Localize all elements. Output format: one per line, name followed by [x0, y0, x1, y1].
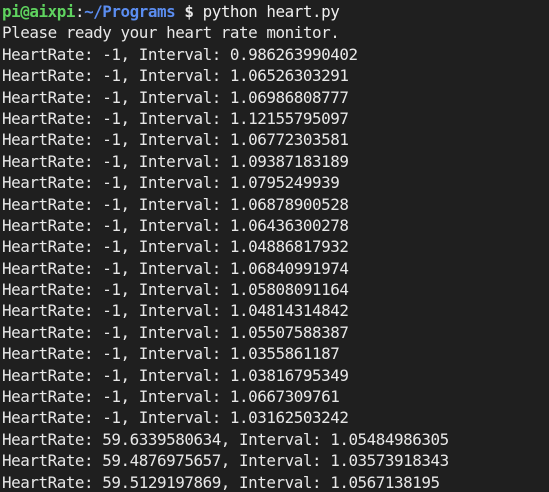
output-line: HeartRate: -1, Interval: 1.06986808777 — [2, 87, 349, 107]
output-line: HeartRate: 59.6339580634, Interval: 1.05… — [2, 429, 449, 449]
output-line: HeartRate: -1, Interval: 1.03816795349 — [2, 365, 349, 385]
output-line: HeartRate: -1, Interval: 1.0355861187 — [2, 344, 340, 364]
output-line: HeartRate: -1, Interval: 1.06526303291 — [2, 66, 349, 86]
terminal-output: pi@aixpi:~/Programs $ python heart.py Pl… — [2, 1, 449, 492]
output-lines: Please ready your heart rate monitor. Hea… — [2, 22, 449, 492]
output-line: HeartRate: -1, Interval: 1.03162503242 — [2, 408, 349, 428]
output-line: HeartRate: -1, Interval: 1.0667309761 — [2, 387, 340, 407]
output-line: HeartRate: -1, Interval: 1.06436300278 — [2, 215, 349, 235]
output-line: HeartRate: -1, Interval: 1.04886817932 — [2, 237, 349, 257]
output-line: HeartRate: -1, Interval: 0.986263990402 — [2, 44, 358, 64]
prompt-symbol: $ — [175, 2, 194, 21]
output-line: HeartRate: -1, Interval: 1.12155795097 — [2, 108, 349, 128]
prompt-line: pi@aixpi:~/Programs $ python heart.py — [2, 1, 449, 22]
output-line: HeartRate: -1, Interval: 1.05507588387 — [2, 322, 349, 342]
prompt-user-host: pi@aixpi — [2, 2, 75, 21]
output-line: HeartRate: -1, Interval: 1.04814314842 — [2, 301, 349, 321]
output-line: HeartRate: -1, Interval: 1.06840991974 — [2, 258, 349, 278]
prompt-path: ~/Programs — [84, 2, 176, 21]
output-line: HeartRate: 59.5129197869, Interval: 1.05… — [2, 472, 440, 492]
output-line: Please ready your heart rate monitor. — [2, 23, 340, 43]
command-text: python heart.py — [193, 2, 340, 21]
output-line: HeartRate: -1, Interval: 1.0795249939 — [2, 173, 340, 193]
terminal-window[interactable]: pi@aixpi:~/Programs $ python heart.py Pl… — [0, 0, 549, 492]
output-line: HeartRate: -1, Interval: 1.06878900528 — [2, 194, 349, 214]
prompt-separator: : — [74, 2, 85, 21]
output-line: HeartRate: -1, Interval: 1.06772303581 — [2, 130, 349, 150]
output-line: HeartRate: -1, Interval: 1.05808091164 — [2, 280, 349, 300]
output-line: HeartRate: 59.4876975657, Interval: 1.03… — [2, 451, 449, 471]
output-line: HeartRate: -1, Interval: 1.09387183189 — [2, 151, 349, 171]
